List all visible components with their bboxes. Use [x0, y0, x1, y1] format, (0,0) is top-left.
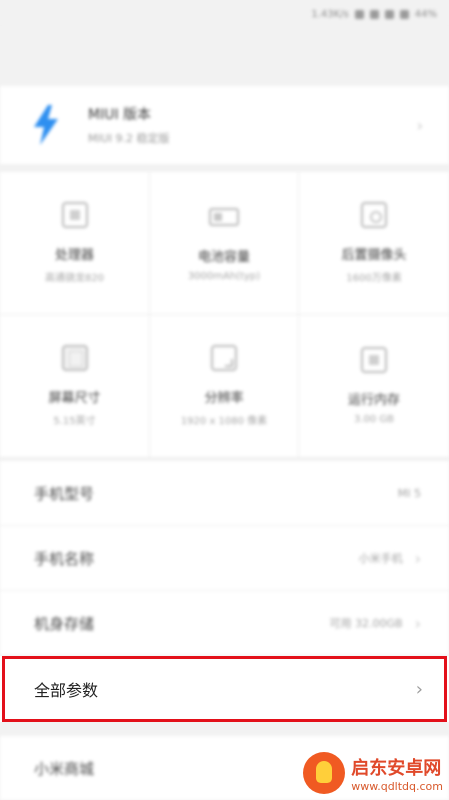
network-speed: 1.43K/s: [311, 8, 349, 20]
row-value: 可用 32.00GB: [329, 617, 403, 630]
list-item-name[interactable]: 手机名称 小米手机 ›: [0, 526, 449, 591]
all-params-row[interactable]: 全部参数 ›: [0, 656, 449, 722]
list-item-model[interactable]: 手机型号 MI 5: [0, 461, 449, 526]
screen: 1.43K/s 44% MIUI 版本 MIUI 9.2 稳定版 › 处理器 高…: [0, 0, 449, 800]
watermark: 启东安卓网 www.qdltdq.com: [303, 752, 443, 794]
signal-icon: [384, 9, 394, 19]
spec-value: 3.00 GB: [353, 414, 395, 425]
cpu-icon: [61, 202, 88, 228]
miui-version-card[interactable]: MIUI 版本 MIUI 9.2 稳定版 ›: [0, 86, 449, 164]
spec-cell-screen-size[interactable]: 屏幕尺寸 5.15英寸: [0, 315, 150, 458]
spec-cell-battery[interactable]: 电池容量 3000mAh(typ): [150, 172, 299, 315]
all-params-label: 全部参数: [34, 681, 99, 700]
spec-title: 屏幕尺寸: [48, 391, 101, 406]
screen-icon: [61, 345, 88, 371]
section-gap: [0, 722, 449, 736]
memory-icon: [361, 347, 387, 373]
miui-title: MIUI 版本: [88, 107, 152, 123]
spec-value: 3000mAh(typ): [187, 271, 261, 282]
spec-value: 1600万像素: [346, 273, 402, 284]
resolution-icon: [211, 345, 237, 371]
miui-subtitle: MIUI 9.2 稳定版: [88, 132, 170, 145]
row-label: 机身存储: [34, 614, 95, 633]
spec-value: 高通骁龙820: [44, 273, 105, 284]
watermark-url: www.qdltdq.com: [351, 779, 443, 793]
status-bar: 1.43K/s 44%: [0, 0, 449, 28]
header-space: [0, 28, 449, 86]
spec-value: 5.15英寸: [53, 416, 96, 427]
spec-value: 1920 x 1080 像素: [180, 416, 268, 427]
chevron-right-icon: ›: [415, 678, 423, 700]
battery-icon: [399, 9, 409, 19]
battery-level: 44%: [414, 8, 437, 20]
spec-cell-resolution[interactable]: 分辨率 1920 x 1080 像素: [150, 315, 299, 458]
watermark-title: 启东安卓网: [351, 757, 442, 779]
row-value: 小米手机: [358, 552, 403, 565]
alarm-icon: [354, 9, 364, 19]
spec-title: 电池容量: [197, 250, 250, 265]
info-list: 手机型号 MI 5 手机名称 小米手机 › 机身存储 可用 32.00GB ›: [0, 461, 449, 656]
chevron-right-icon: ›: [414, 613, 421, 633]
chevron-right-icon: ›: [414, 548, 421, 568]
wifi-icon: [369, 9, 379, 19]
spec-cell-processor[interactable]: 处理器 高通骁龙820: [0, 172, 150, 315]
row-label: 手机名称: [34, 549, 95, 568]
miui-text: MIUI 版本 MIUI 9.2 稳定版: [88, 104, 417, 146]
watermark-logo-icon: [303, 752, 346, 794]
spec-cell-camera[interactable]: 后置摄像头 1600万像素: [299, 172, 449, 315]
chevron-right-icon: ›: [416, 115, 423, 135]
camera-icon: [361, 202, 387, 228]
row-right: MI 5: [398, 487, 421, 500]
spec-title: 后置摄像头: [341, 248, 407, 263]
row-label: 手机型号: [34, 484, 95, 503]
row-right: 小米手机 ›: [359, 549, 421, 568]
store-label: 小米商城: [34, 759, 95, 778]
row-right: 可用 32.00GB ›: [330, 614, 421, 633]
spec-title: 处理器: [54, 248, 94, 263]
row-value: MI 5: [397, 486, 421, 500]
list-item-storage[interactable]: 机身存储 可用 32.00GB ›: [0, 591, 449, 656]
watermark-text: 启东安卓网 www.qdltdq.com: [351, 754, 443, 793]
spec-title: 运行内存: [347, 393, 400, 408]
battery-icon: [209, 208, 239, 226]
spec-title: 分辨率: [204, 391, 244, 406]
spec-grid: 处理器 高通骁龙820 电池容量 3000mAh(typ) 后置摄像头 1600…: [0, 172, 449, 458]
spec-cell-memory[interactable]: 运行内存 3.00 GB: [299, 315, 449, 458]
miui-logo-icon: [28, 103, 64, 147]
